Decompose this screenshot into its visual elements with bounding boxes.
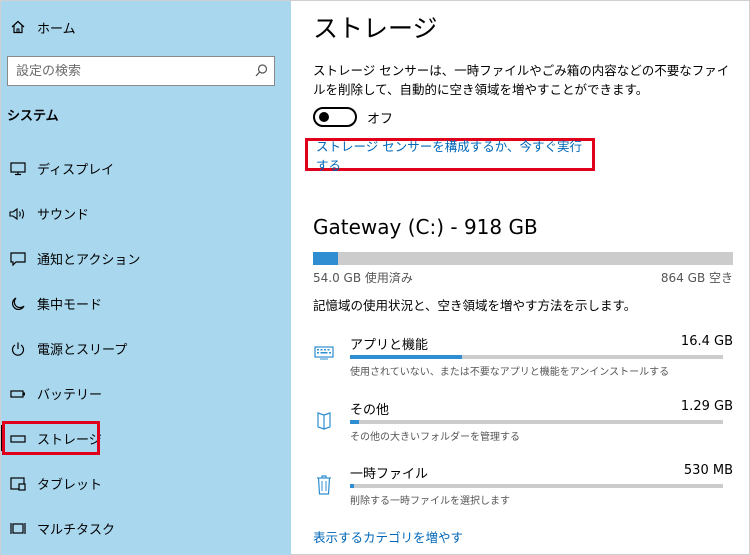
sidebar-item-display[interactable]: ディスプレイ: [1, 146, 291, 191]
category-other[interactable]: その他 1.29 GB その他の大きいフォルダーを管理する: [313, 399, 733, 451]
category-name: アプリと機能: [350, 338, 429, 353]
category-bar-fill: [350, 420, 359, 424]
highlight-box: [2, 421, 100, 455]
category-size: 16.4 GB: [680, 334, 733, 349]
sidebar-item-multitasking[interactable]: マルチタスク: [1, 506, 291, 551]
sidebar-item-label: バッテリー: [37, 388, 103, 403]
tablet-icon: [7, 476, 29, 491]
moon-icon: [7, 296, 29, 311]
category-subtext: 削除する一時ファイルを選択します: [350, 496, 510, 507]
page-title: ストレージ: [313, 14, 438, 43]
drive-usage-fill: [313, 252, 338, 265]
sidebar-item-sound[interactable]: サウンド: [1, 191, 291, 236]
sidebar-item-label: 電源とスリープ: [37, 343, 128, 358]
search-icon[interactable]: [255, 62, 268, 81]
nav-list: ディスプレイ サウンド 通知とアクション 集中モード 電源とスリープ バッテリー…: [1, 146, 291, 551]
category-bar: [350, 484, 723, 488]
section-title: システム: [7, 109, 59, 124]
category-subtext: 使用されていない、または不要なアプリと機能をアンインストールする: [350, 367, 670, 378]
sidebar-item-label: マルチタスク: [37, 523, 116, 538]
category-size: 1.29 GB: [680, 399, 733, 414]
folder-icon: [313, 411, 335, 431]
sidebar-item-label: サウンド: [37, 208, 90, 223]
sidebar: ホーム システム ディスプレイ サウンド 通知とアクション: [1, 1, 291, 555]
sidebar-item-label: 通知とアクション: [37, 253, 141, 268]
main-content: ストレージ ストレージ センサーは、一時ファイルやごみ箱の内容などの不要なファイ…: [291, 1, 750, 555]
sidebar-item-focus[interactable]: 集中モード: [1, 281, 291, 326]
show-more-categories-link[interactable]: 表示するカテゴリを増やす: [313, 527, 463, 546]
category-subtext: その他の大きいフォルダーを管理する: [350, 432, 520, 443]
category-bar: [350, 355, 723, 359]
used-space-label: 54.0 GB 使用済み: [313, 271, 413, 285]
multitask-icon: [7, 522, 29, 536]
home-label: ホーム: [37, 21, 76, 37]
notification-icon: [7, 251, 29, 266]
sidebar-item-label: 集中モード: [37, 298, 103, 313]
category-name: その他: [350, 403, 390, 418]
storage-sense-toggle-row: オフ: [313, 107, 393, 127]
sidebar-item-label: ディスプレイ: [37, 163, 115, 178]
sidebar-item-tablet[interactable]: タブレット: [1, 461, 291, 506]
sidebar-item-notifications[interactable]: 通知とアクション: [1, 236, 291, 281]
home-icon: [7, 20, 29, 34]
power-icon: [7, 342, 29, 356]
category-temp-files[interactable]: 一時ファイル 530 MB 削除する一時ファイルを選択します: [313, 463, 733, 515]
sidebar-item-label: タブレット: [37, 478, 103, 493]
configure-storage-sense-link[interactable]: ストレージ センサーを構成するか、今すぐ実行する: [316, 136, 592, 174]
battery-icon: [7, 389, 29, 399]
keyboard-icon: [313, 346, 335, 360]
category-bar-fill: [350, 484, 355, 488]
category-bar: [350, 420, 723, 424]
category-bar-fill: [350, 355, 462, 359]
category-name: 一時ファイル: [350, 467, 429, 482]
display-icon: [7, 161, 29, 176]
toggle-state-label: オフ: [367, 111, 394, 127]
settings-search-box[interactable]: [7, 56, 275, 86]
storage-sense-description: ストレージ センサーは、一時ファイルやごみ箱の内容などの不要なファイルを削除して…: [313, 63, 730, 97]
trash-icon: [313, 475, 335, 495]
speaker-icon: [7, 207, 29, 221]
category-apps[interactable]: アプリと機能 16.4 GB 使用されていない、または不要なアプリと機能をアンイ…: [313, 334, 733, 386]
sidebar-item-battery[interactable]: バッテリー: [1, 371, 291, 416]
category-size: 530 MB: [683, 463, 733, 478]
search-input[interactable]: [16, 63, 236, 79]
sidebar-item-storage[interactable]: ストレージ: [1, 416, 291, 461]
storage-sense-toggle[interactable]: [313, 107, 357, 127]
usage-info-text: 記憶域の使用状況と、空き領域を増やす方法を示します。: [313, 298, 637, 313]
drive-usage-bar: [313, 252, 733, 265]
toggle-knob: [319, 112, 329, 122]
highlight-box: ストレージ センサーを構成するか、今すぐ実行する: [305, 136, 595, 174]
sidebar-item-power[interactable]: 電源とスリープ: [1, 326, 291, 371]
drive-title: Gateway (C:) - 918 GB: [313, 215, 538, 239]
free-space-label: 864 GB 空き: [660, 271, 733, 285]
home-nav-item[interactable]: ホーム: [7, 13, 76, 41]
